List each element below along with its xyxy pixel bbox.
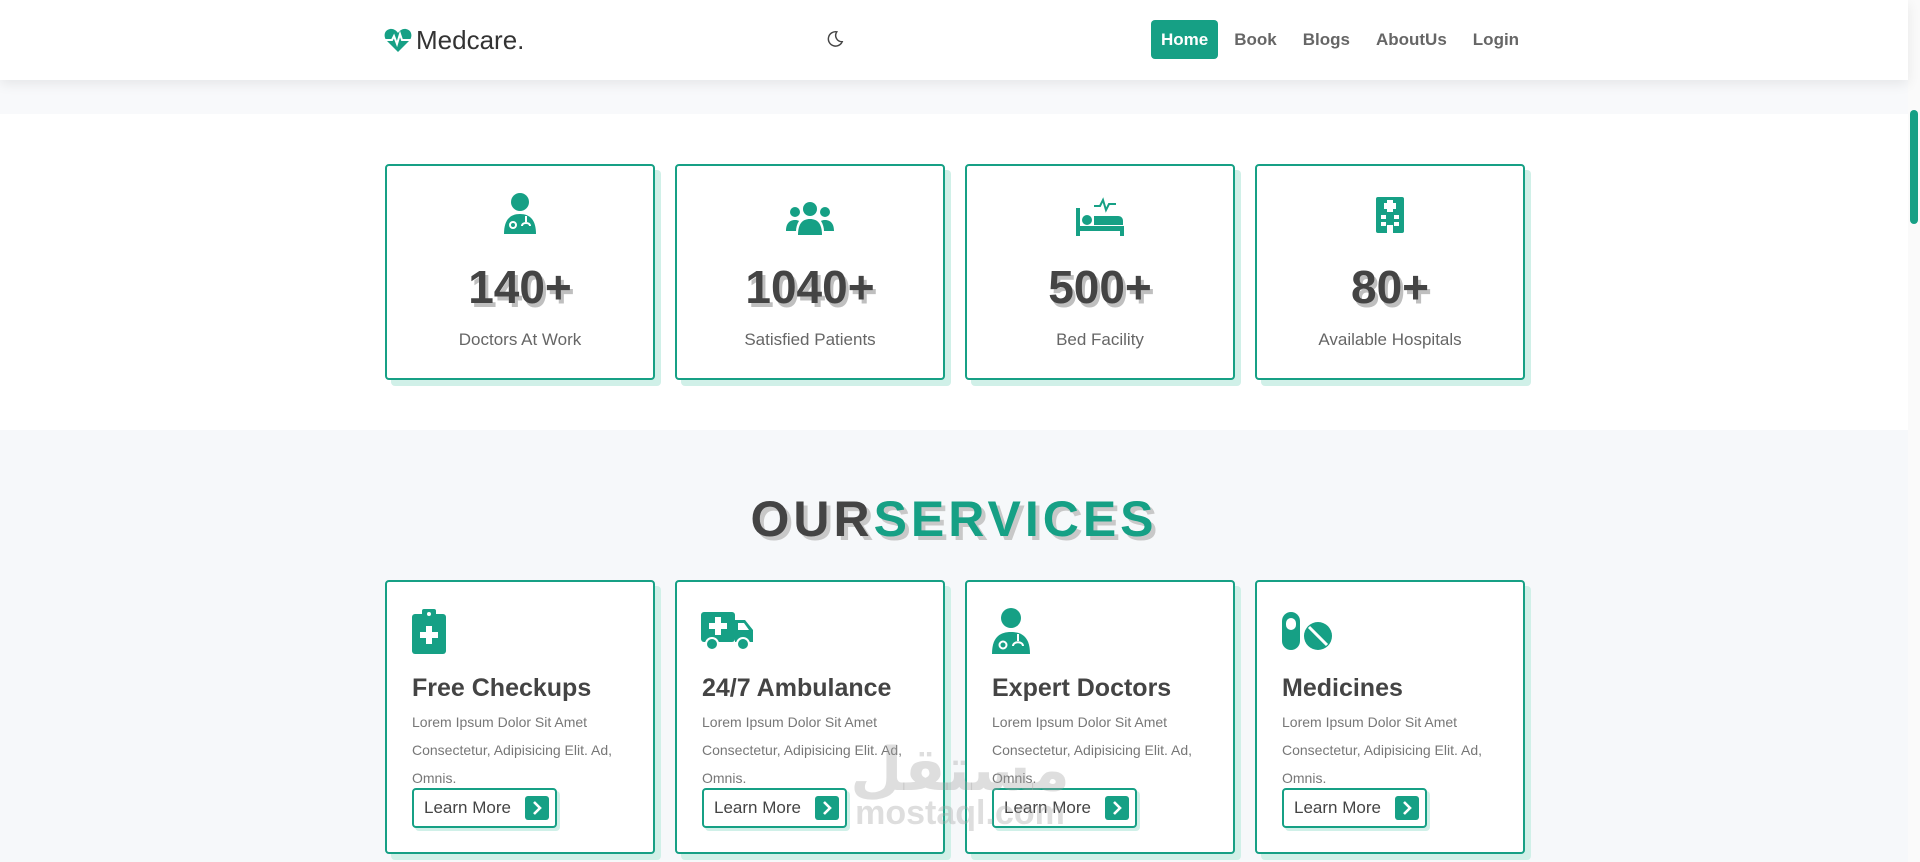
- stat-label: Bed Facility: [1056, 330, 1144, 349]
- service-title: 24/7 Ambulance: [702, 674, 892, 702]
- nav-book[interactable]: Book: [1224, 20, 1287, 59]
- service-description: Lorem Ipsum Dolor Sit Amet Consectetur, …: [1282, 714, 1482, 786]
- clipboard-medical-icon: [411, 608, 447, 654]
- button-label: Learn More: [1004, 798, 1091, 817]
- doctor-icon: [387, 192, 653, 236]
- button-label: Learn More: [424, 798, 511, 817]
- learn-more-button[interactable]: Learn More: [1282, 788, 1427, 828]
- nav-login[interactable]: Login: [1463, 20, 1529, 59]
- stat-card-beds: 500+ Bed Facility: [965, 164, 1235, 380]
- service-title: Medicines: [1282, 674, 1403, 702]
- service-description: Lorem Ipsum Dolor Sit Amet Consectetur, …: [702, 714, 902, 786]
- stat-card-patients: 1040+ Satisfied Patients: [675, 164, 945, 380]
- chevron-right-icon: [524, 796, 549, 820]
- learn-more-button[interactable]: Learn More: [412, 788, 557, 828]
- stat-value: 500+: [1048, 261, 1152, 313]
- service-card-checkups: Free Checkups Lorem Ipsum Dolor Sit Amet…: [385, 580, 655, 854]
- chevron-right-icon: [814, 796, 839, 820]
- scrollbar-thumb[interactable]: [1910, 110, 1918, 224]
- bed-icon: [967, 192, 1233, 236]
- page-scrollbar[interactable]: [1908, 0, 1920, 862]
- service-card-medicines: Medicines Lorem Ipsum Dolor Sit Amet Con…: [1255, 580, 1525, 854]
- nav-blogs[interactable]: Blogs: [1293, 20, 1360, 59]
- brand-logo[interactable]: Medcare.: [384, 22, 524, 58]
- brand-name: Medcare.: [416, 24, 525, 55]
- learn-more-button[interactable]: Learn More: [992, 788, 1137, 828]
- stat-value: 140+: [468, 261, 572, 313]
- stat-label: Satisfied Patients: [744, 330, 876, 349]
- service-description: Lorem Ipsum Dolor Sit Amet Consectetur, …: [992, 714, 1192, 786]
- main-nav: Home Book Blogs AboutUs Login: [1151, 20, 1535, 59]
- nav-home[interactable]: Home: [1151, 20, 1219, 59]
- site-header: Medcare. Home Book Blogs AboutUs Login: [0, 0, 1908, 80]
- stat-label: Available Hospitals: [1318, 330, 1462, 349]
- stat-value: 1040+: [745, 261, 875, 313]
- stat-card-hospitals: 80+ Available Hospitals: [1255, 164, 1525, 380]
- users-icon: [677, 192, 943, 236]
- service-card-ambulance: 24/7 Ambulance Lorem Ipsum Dolor Sit Ame…: [675, 580, 945, 854]
- service-title: Expert Doctors: [992, 674, 1172, 702]
- doctor-icon: [991, 608, 1031, 654]
- chevron-right-icon: [1104, 796, 1129, 820]
- service-description: Lorem Ipsum Dolor Sit Amet Consectetur, …: [412, 714, 612, 786]
- service-card-doctors: Expert Doctors Lorem Ipsum Dolor Sit Ame…: [965, 580, 1235, 854]
- chevron-right-icon: [1394, 796, 1419, 820]
- button-label: Learn More: [714, 798, 801, 817]
- services-heading: OURSERVICES: [0, 490, 1908, 548]
- stat-value: 80+: [1350, 261, 1430, 313]
- ambulance-icon: [701, 608, 753, 654]
- nav-aboutus[interactable]: AboutUs: [1366, 20, 1457, 59]
- stat-label: Doctors At Work: [458, 330, 582, 349]
- stats-section: [0, 114, 1908, 430]
- learn-more-button[interactable]: Learn More: [702, 788, 847, 828]
- pills-icon: [1281, 608, 1333, 654]
- moon-icon: [827, 31, 844, 47]
- heading-part-our: OUR: [750, 491, 874, 547]
- service-title: Free Checkups: [412, 674, 592, 702]
- theme-toggle[interactable]: [822, 26, 848, 52]
- stat-card-doctors: 140+ Doctors At Work: [385, 164, 655, 380]
- heading-part-services: SERVICES: [873, 491, 1158, 547]
- hospital-icon: [1257, 192, 1523, 236]
- button-label: Learn More: [1294, 798, 1381, 817]
- section-spacer: [0, 80, 1908, 114]
- heartbeat-icon: [384, 28, 412, 52]
